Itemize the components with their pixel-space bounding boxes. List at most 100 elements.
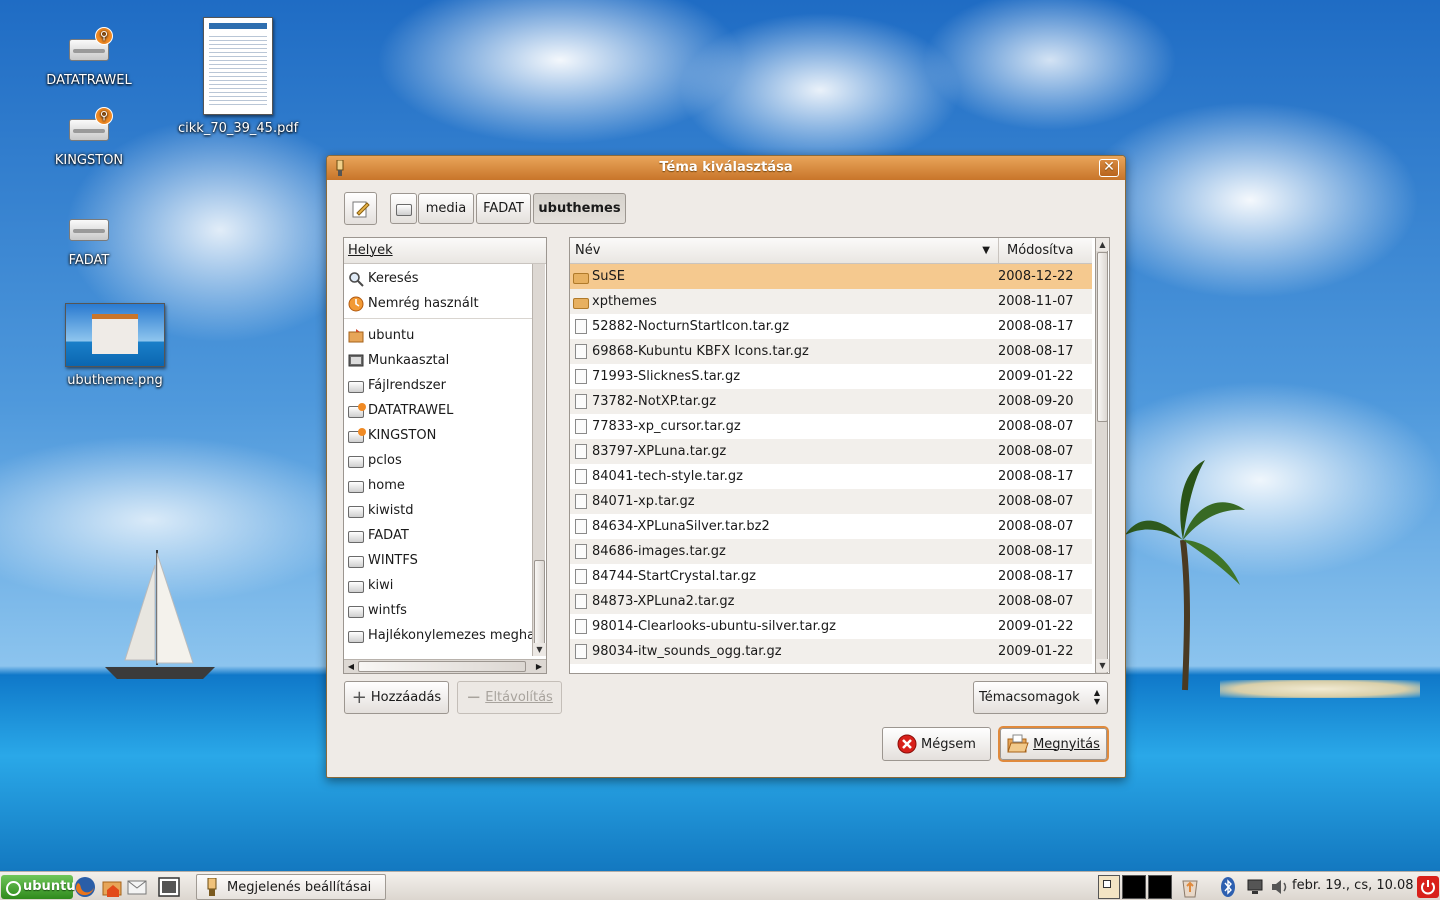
remove-bookmark-button[interactable]: − Eltávolítás [457,681,562,714]
scrollbar-thumb[interactable] [1097,252,1108,422]
place-item-label: wintfs [368,603,407,618]
cancel-button[interactable]: Mégsem [882,727,991,761]
desktop-icon-datatrawel[interactable]: ⚲ DATATRAWEL [29,25,149,88]
image-file-icon [65,303,165,367]
place-item-floppy[interactable]: Hajlékonylemezes meghajtó [344,623,532,648]
place-item-filesystem[interactable]: Fájlrendszer [344,373,532,398]
path-segment-button[interactable]: FADAT [476,193,531,224]
file-row[interactable]: 83797-XPLuna.tar.gz 2008-08-07 [570,439,1092,464]
scroll-right-arrow-icon[interactable]: ▶ [533,660,545,673]
place-item-home[interactable]: home [344,473,532,498]
workspace-3[interactable] [1148,875,1172,899]
place-item-search[interactable]: Keresés [344,266,532,291]
file-icon [575,519,587,534]
path-root-button[interactable] [390,193,417,224]
pdf-document-icon [203,17,273,115]
search-icon [349,271,364,287]
path-segment-button[interactable]: media [418,193,474,224]
mail-icon[interactable] [125,875,149,899]
file-row[interactable]: 98014-Clearlooks-ubuntu-silver.tar.gz 20… [570,614,1092,639]
bluetooth-icon[interactable] [1216,875,1240,899]
file-row[interactable]: 71993-SlicknesS.tar.gz 2009-01-22 [570,364,1092,389]
power-icon[interactable] [1416,875,1440,899]
trash-icon[interactable] [1178,875,1202,899]
file-row[interactable]: 69868-Kubuntu KBFX Icons.tar.gz 2008-08-… [570,339,1092,364]
desktop-icon-label: DATATRAWEL [46,73,132,88]
file-row[interactable]: 77833-xp_cursor.tar.gz 2008-08-07 [570,414,1092,439]
place-item-kingston[interactable]: KINGSTON [344,423,532,448]
file-row[interactable]: 84873-XPLuna2.tar.gz 2008-08-07 [570,589,1092,614]
file-icon [575,619,587,634]
place-item-wintfs-upper[interactable]: WINTFS [344,548,532,573]
file-row[interactable]: SuSE 2008-12-22 [570,264,1092,289]
desktop-icon-fadat[interactable]: FADAT [29,205,149,268]
file-row[interactable]: 84686-images.tar.gz 2008-08-17 [570,539,1092,564]
place-item-ubuntu[interactable]: ubuntu [344,323,532,348]
workspace-1[interactable] [1098,875,1120,899]
file-row[interactable]: 84071-xp.tar.gz 2008-08-07 [570,489,1092,514]
file-date: 2008-08-07 [998,419,1074,434]
path-segment-button-current[interactable]: ubuthemes [533,193,626,224]
file-icon [575,544,587,559]
column-header-modified[interactable]: Módosítva [999,238,1092,263]
file-row[interactable]: 84634-XPLunaSilver.tar.bz2 2008-08-07 [570,514,1092,539]
scrollbar-thumb[interactable] [358,661,526,672]
file-list: SuSE 2008-12-22 xpthemes 2008-11-07 5288… [570,264,1092,664]
drive-icon [348,505,364,518]
places-vertical-scrollbar[interactable]: ▼ [532,264,546,656]
scroll-down-arrow-icon[interactable]: ▼ [533,643,546,656]
sort-descending-icon: ▼ [982,245,990,256]
clock[interactable]: febr. 19., cs, 10.08 [1292,872,1414,900]
close-icon[interactable]: ✕ [1099,159,1119,177]
place-item-kiwi[interactable]: kiwi [344,573,532,598]
files-vertical-scrollbar[interactable]: ▲ ▼ [1095,237,1109,674]
file-row[interactable]: 73782-NotXP.tar.gz 2008-09-20 [570,389,1092,414]
usb-drive-icon: ⚲ [67,25,113,69]
desktop-icon-kingston[interactable]: ⚲ KINGSTON [29,105,149,168]
edit-pencil-icon [352,201,370,217]
file-row[interactable]: 98034-itw_sounds_ogg.tar.gz 2009-01-22 [570,639,1092,664]
place-item-label: DATATRAWEL [368,403,454,418]
file-icon [575,369,587,384]
places-horizontal-scrollbar[interactable]: ◀ ▶ [344,659,546,673]
edit-location-button[interactable] [344,192,377,225]
workspace-2[interactable] [1122,875,1146,899]
palm-tree [1125,460,1245,691]
dialog-titlebar[interactable]: Téma kiválasztása ✕ [327,156,1125,180]
file-row[interactable]: 52882-NocturnStartIcon.tar.gz 2008-08-17 [570,314,1092,339]
places-header[interactable]: Helyek [344,238,546,264]
desktop-icon-label: KINGSTON [54,153,124,168]
screenshot-icon[interactable] [157,875,181,899]
open-button[interactable]: Megnyitás [1000,728,1107,760]
place-item-kiwistd[interactable]: kiwistd [344,498,532,523]
firefox-icon[interactable] [73,875,97,899]
scroll-left-arrow-icon[interactable]: ◀ [345,660,357,673]
file-row[interactable]: xpthemes 2008-11-07 [570,289,1092,314]
taskbar-window-button[interactable]: Megjelenés beállításai [196,874,386,900]
island [1220,680,1420,698]
scroll-down-arrow-icon[interactable]: ▼ [1096,659,1109,672]
add-bookmark-button[interactable]: + Hozzáadás [344,681,449,714]
column-header-name[interactable]: Név ▼ [570,238,999,263]
scroll-up-arrow-icon[interactable]: ▲ [1096,238,1109,251]
home-folder-icon[interactable] [101,875,125,899]
place-item-recent[interactable]: Nemrég használt [344,291,532,316]
place-item-fadat[interactable]: FADAT [344,523,532,548]
network-icon[interactable] [1243,875,1267,899]
file-row[interactable]: 84041-tech-style.tar.gz 2008-08-17 [570,464,1092,489]
place-item-datatrawel[interactable]: DATATRAWEL [344,398,532,423]
desktop-icon-pdf[interactable]: cikk_70_39_45.pdf [178,17,298,136]
paintbrush-icon [336,160,344,176]
file-row[interactable]: 84744-StartCrystal.tar.gz 2008-08-17 [570,564,1092,589]
volume-icon[interactable] [1268,875,1292,899]
add-button-label: Hozzáadás [370,690,442,705]
file-filter-select[interactable]: Témacsomagok ▲ ▼ [973,681,1108,714]
place-item-desktop[interactable]: Munkaasztal [344,348,532,373]
file-icon [575,319,587,334]
ubuntu-menu-button[interactable]: ubuntu [1,875,76,899]
place-item-wintfs[interactable]: wintfs [344,598,532,623]
scrollbar-thumb[interactable] [534,560,545,648]
desktop-icon-ubutheme[interactable]: ubutheme.png [55,303,175,388]
place-item-pclos[interactable]: pclos [344,448,532,473]
home-folder-icon [348,328,364,342]
